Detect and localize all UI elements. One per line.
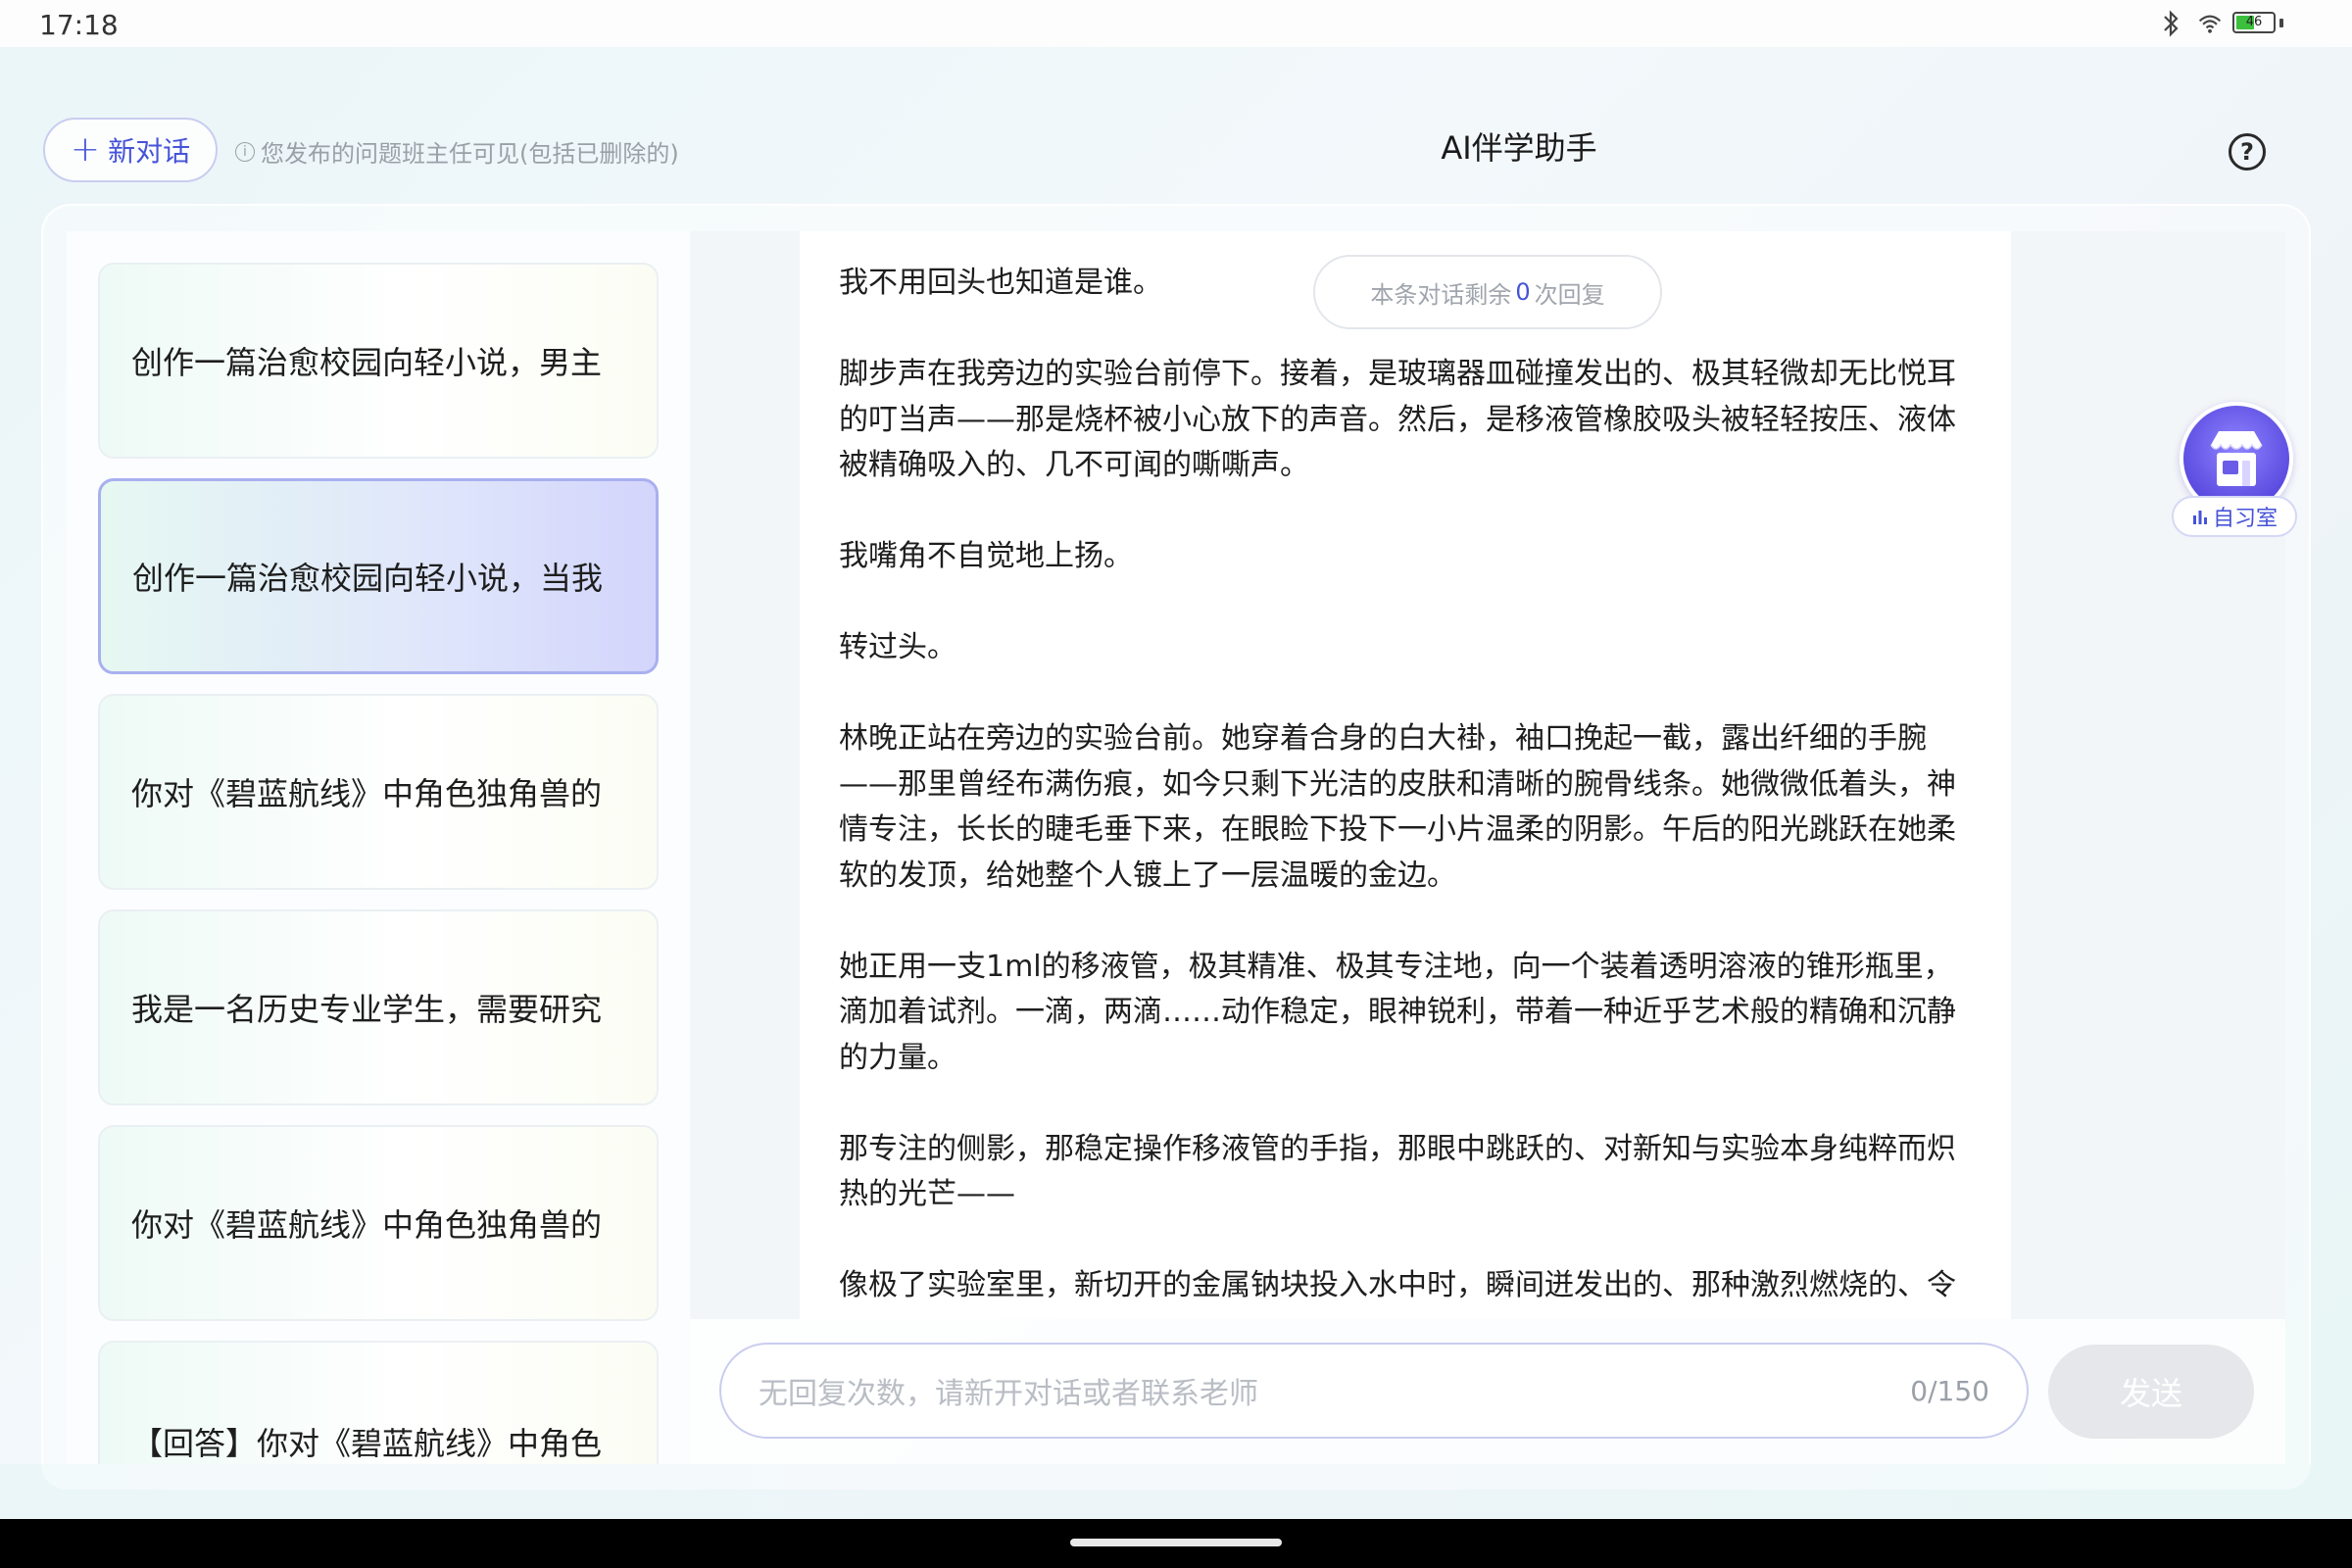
battery-percent: 46 <box>2245 15 2263 29</box>
new-chat-button[interactable]: + 新对话 <box>43 118 218 182</box>
conversation-list: 创作一篇治愈校园向轻小说，男主 创作一篇治愈校园向轻小说，当我 你对《碧蓝航线》… <box>67 231 690 1464</box>
message-paragraph: 那专注的侧影，那稳定操作移液管的手指，那眼中跳跃的、对新知与实验本身纯粹而炽热的… <box>839 1131 1956 1212</box>
message-paragraph: 转过头。 <box>839 630 956 664</box>
conversation-title: 【回答】你对《碧蓝航线》中角色 <box>131 1425 603 1462</box>
visibility-notice: i 您发布的问题班主任可见(包括已删除的) <box>235 134 679 169</box>
conversation-item[interactable]: 【回答】你对《碧蓝航线》中角色 <box>98 1341 659 1464</box>
assistant-message: 我不用回头也知道是谁。 脚步声在我旁边的实验台前停下。接着，是玻璃器皿碰撞发出的… <box>839 261 1976 1354</box>
message-paragraph: 脚步声在我旁边的实验台前停下。接着，是玻璃器皿碰撞发出的、极其轻微却无比悦耳的叮… <box>839 357 1956 482</box>
message-paragraph: 林晚正站在旁边的实验台前。她穿着合身的白大褂，袖口挽起一截，露出纤细的手腕——那… <box>839 721 1956 893</box>
char-count: 0/150 <box>1910 1374 1989 1407</box>
help-button[interactable]: ? <box>2229 133 2266 171</box>
conversation-item[interactable]: 你对《碧蓝航线》中角色独角兽的 <box>98 694 659 890</box>
panel-bottom <box>41 1464 2311 1490</box>
input-placeholder: 无回复次数，请新开对话或者联系老师 <box>759 1377 1258 1411</box>
conversation-title: 创作一篇治愈校园向轻小说，当我 <box>132 560 604 597</box>
wifi-icon <box>2198 15 2222 33</box>
new-chat-label: 新对话 <box>108 135 191 168</box>
page-title: AI伴学助手 <box>1441 129 1597 167</box>
conversation-title: 我是一名历史专业学生，需要研究 <box>131 991 603 1028</box>
info-icon: i <box>235 141 255 162</box>
store-icon <box>2210 431 2263 486</box>
conversation-item[interactable]: 我是一名历史专业学生，需要研究 <box>98 909 659 1105</box>
remain-prefix: 本条对话剩余 <box>1370 280 1512 309</box>
message-paragraph: 我嘴角不自觉地上扬。 <box>839 539 1133 573</box>
plus-icon: + <box>70 129 101 170</box>
conversation-item[interactable]: 你对《碧蓝航线》中角色独角兽的 <box>98 1125 659 1321</box>
battery-tip <box>2279 19 2283 27</box>
notice-text: 您发布的问题班主任可见(包括已删除的) <box>261 140 679 168</box>
conversation-item[interactable]: 创作一篇治愈校园向轻小说，男主 <box>98 263 659 459</box>
conversation-title: 创作一篇治愈校园向轻小说，男主 <box>131 344 603 381</box>
remaining-replies-badge: 本条对话剩余 0 次回复 <box>1313 255 1662 329</box>
bar-chart-icon <box>2192 511 2207 524</box>
battery-icon: 46 <box>2232 12 2276 33</box>
study-room-button[interactable]: 自习室 <box>2170 402 2299 545</box>
bluetooth-icon <box>2164 10 2179 37</box>
conversation-title: 你对《碧蓝航线》中角色独角兽的 <box>131 1206 603 1244</box>
study-room-label-pill: 自习室 <box>2172 496 2297 537</box>
message-paragraph: 像极了实验室里，新切开的金属钠块投入水中时，瞬间迸发出的、那种激烈燃烧的、令 <box>839 1268 1956 1302</box>
conversation-item-active[interactable]: 创作一篇治愈校园向轻小说，当我 <box>98 478 659 674</box>
conversation-title: 你对《碧蓝航线》中角色独角兽的 <box>131 775 603 812</box>
remain-count: 0 <box>1515 278 1531 306</box>
home-indicator[interactable] <box>1070 1539 1282 1546</box>
status-bar: 17:18 46 <box>0 0 2352 47</box>
message-paragraph: 她正用一支1ml的移液管，极其精准、极其专注地，向一个装着透明溶液的锥形瓶里，滴… <box>839 949 1956 1075</box>
remain-suffix: 次回复 <box>1534 280 1605 309</box>
study-room-label: 自习室 <box>2212 507 2278 531</box>
send-button[interactable]: 发送 <box>2048 1345 2254 1439</box>
message-input[interactable]: 无回复次数，请新开对话或者联系老师 0/150 <box>719 1343 2029 1439</box>
status-time: 17:18 <box>39 9 119 41</box>
